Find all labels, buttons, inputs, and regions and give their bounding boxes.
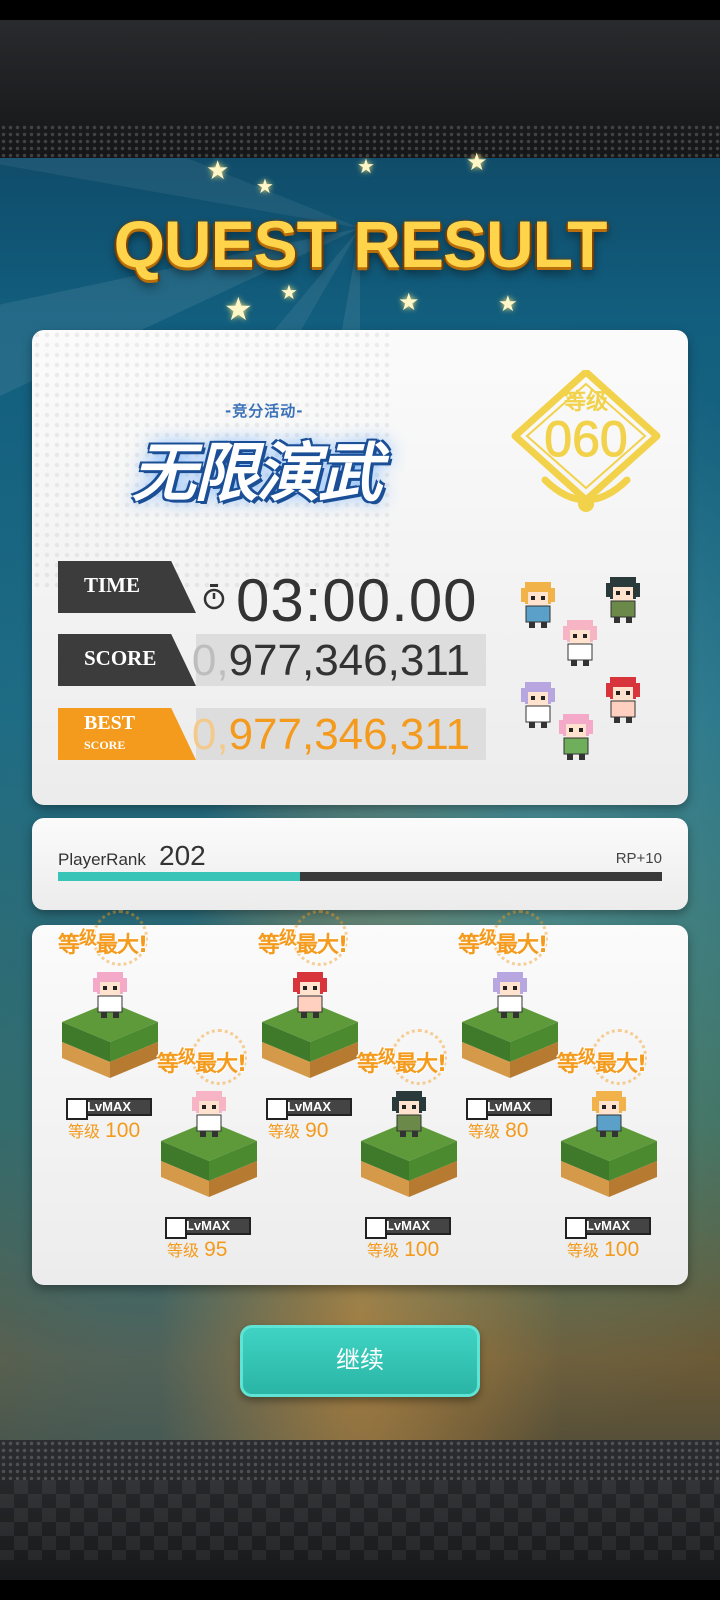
level-max-char: 等 (557, 1052, 579, 1077)
level-max-tail: 最大! (595, 1052, 647, 1077)
character-sprite (287, 970, 333, 1020)
character-level: 等级 95 (167, 1237, 227, 1262)
star-icon: ★ (206, 156, 230, 186)
level-max-tail: 最大! (96, 933, 148, 958)
time-value: 03:00.00 (236, 567, 478, 634)
level-max-text: 等级最大! (557, 1043, 647, 1078)
character-level-label: 等级 (268, 1122, 301, 1141)
party-sprite-6 (553, 712, 599, 762)
level-value: 060 (544, 411, 628, 468)
character-level: 等级 100 (567, 1237, 639, 1262)
best-label: BEST (84, 712, 136, 734)
character-level: 等级 80 (468, 1118, 528, 1143)
character-level-value: 100 (105, 1119, 141, 1142)
level-max-tail: 最大! (496, 933, 548, 958)
character-level-label: 等级 (68, 1122, 101, 1141)
player-rank-label: PlayerRank (58, 850, 146, 869)
stopwatch-icon (203, 584, 225, 610)
level-max-text: 等级最大! (458, 924, 548, 959)
star-icon: ★ (466, 148, 488, 176)
level-max-tail: 最大! (296, 933, 348, 958)
page-title: QUEST RESULT (113, 207, 608, 281)
character-level-label: 等级 (367, 1241, 400, 1260)
score-value: 0,977,346,311 (192, 636, 470, 686)
rank-progress-fill (58, 872, 300, 881)
player-rank-value: 202 (159, 840, 206, 871)
best-score-leading-zero: 0, (191, 710, 229, 759)
lvmax-badge: LvMAX (466, 1098, 552, 1120)
lvmax-badge: LvMAX (565, 1217, 651, 1239)
character-sprite (586, 1089, 632, 1139)
character-level-label: 等级 (567, 1241, 600, 1260)
character-level-value: 90 (305, 1119, 329, 1142)
level-max-char: 等 (157, 1052, 179, 1077)
best-score-label: SCORE (84, 738, 126, 752)
level-badge: 等级 060 (511, 370, 661, 520)
character-level-value: 100 (404, 1238, 440, 1261)
star-icon: ★ (280, 280, 298, 304)
lvmax-badge: LvMAX (365, 1217, 451, 1239)
best-score-box: 0,977,346,311 (192, 708, 486, 760)
best-score-value: 0,977,346,311 (192, 710, 470, 760)
character-slot: 等级最大! LvMAX 等级 100 (557, 1027, 697, 1261)
star-icon: ★ (398, 288, 420, 316)
character-level: 等级 100 (68, 1118, 140, 1143)
level-max-sup: 级 (378, 1047, 396, 1068)
star-icon: ★ (498, 292, 518, 317)
character-level: 等级 100 (367, 1237, 439, 1262)
level-max-sup: 级 (578, 1047, 596, 1068)
lvmax-badge: LvMAX (165, 1217, 251, 1239)
level-max-tail: 最大! (395, 1052, 447, 1077)
level-max-char: 等 (458, 933, 480, 958)
level-max-text: 等级最大! (258, 924, 348, 959)
event-logo: 无限演武 (132, 437, 382, 511)
lvmax-badge: LvMAX (266, 1098, 352, 1120)
character-level-label: 等级 (167, 1241, 200, 1260)
star-icon: ★ (256, 174, 274, 198)
score-box: 0,977,346,311 (192, 634, 486, 686)
rank-points-gained: RP+10 (615, 850, 662, 867)
score-digits: 977,346,311 (228, 636, 470, 685)
level-max-char: 等 (58, 933, 80, 958)
level-max-sup: 级 (79, 928, 97, 949)
lvmax-badge: LvMAX (66, 1098, 152, 1120)
rank-progress-bar (58, 872, 662, 881)
party-sprite-2 (600, 575, 646, 625)
top-frame (0, 0, 720, 158)
party-sprite-1 (515, 580, 561, 630)
best-score-digits: 977,346,311 (228, 710, 470, 759)
character-sprite (487, 970, 533, 1020)
level-max-char: 等 (357, 1052, 379, 1077)
character-level-value: 100 (604, 1238, 640, 1261)
score-leading-zero: 0, (191, 636, 229, 685)
level-max-tail: 最大! (195, 1052, 247, 1077)
character-level-value: 80 (505, 1119, 529, 1142)
character-level: 等级 90 (268, 1118, 328, 1143)
level-max-burst: 等级最大! (557, 1027, 687, 1087)
character-level-label: 等级 (468, 1122, 501, 1141)
event-subtitle: -竞分活动- (225, 402, 304, 420)
level-max-burst: 等级最大! (258, 908, 388, 968)
party-sprite-3 (557, 618, 603, 668)
level-max-text: 等级最大! (157, 1043, 247, 1078)
character-sprite (386, 1089, 432, 1139)
star-icon: ★ (357, 154, 375, 178)
character-sprite (186, 1089, 232, 1139)
level-max-burst: 等级最大! (458, 908, 588, 968)
party-sprite-5 (600, 675, 646, 725)
character-sprite (87, 970, 133, 1020)
level-max-burst: 等级最大! (58, 908, 188, 968)
continue-button[interactable]: 继续 (240, 1325, 480, 1397)
star-icon: ★ (224, 290, 253, 328)
bottom-checker-pattern (0, 1480, 720, 1560)
level-max-sup: 级 (479, 928, 497, 949)
level-max-sup: 级 (178, 1047, 196, 1068)
character-level-value: 95 (204, 1238, 228, 1261)
level-max-char: 等 (258, 933, 280, 958)
score-label: SCORE (84, 646, 157, 670)
level-max-text: 等级最大! (357, 1043, 447, 1078)
time-label: TIME (84, 573, 141, 597)
level-max-sup: 级 (279, 928, 297, 949)
level-max-text: 等级最大! (58, 924, 148, 959)
